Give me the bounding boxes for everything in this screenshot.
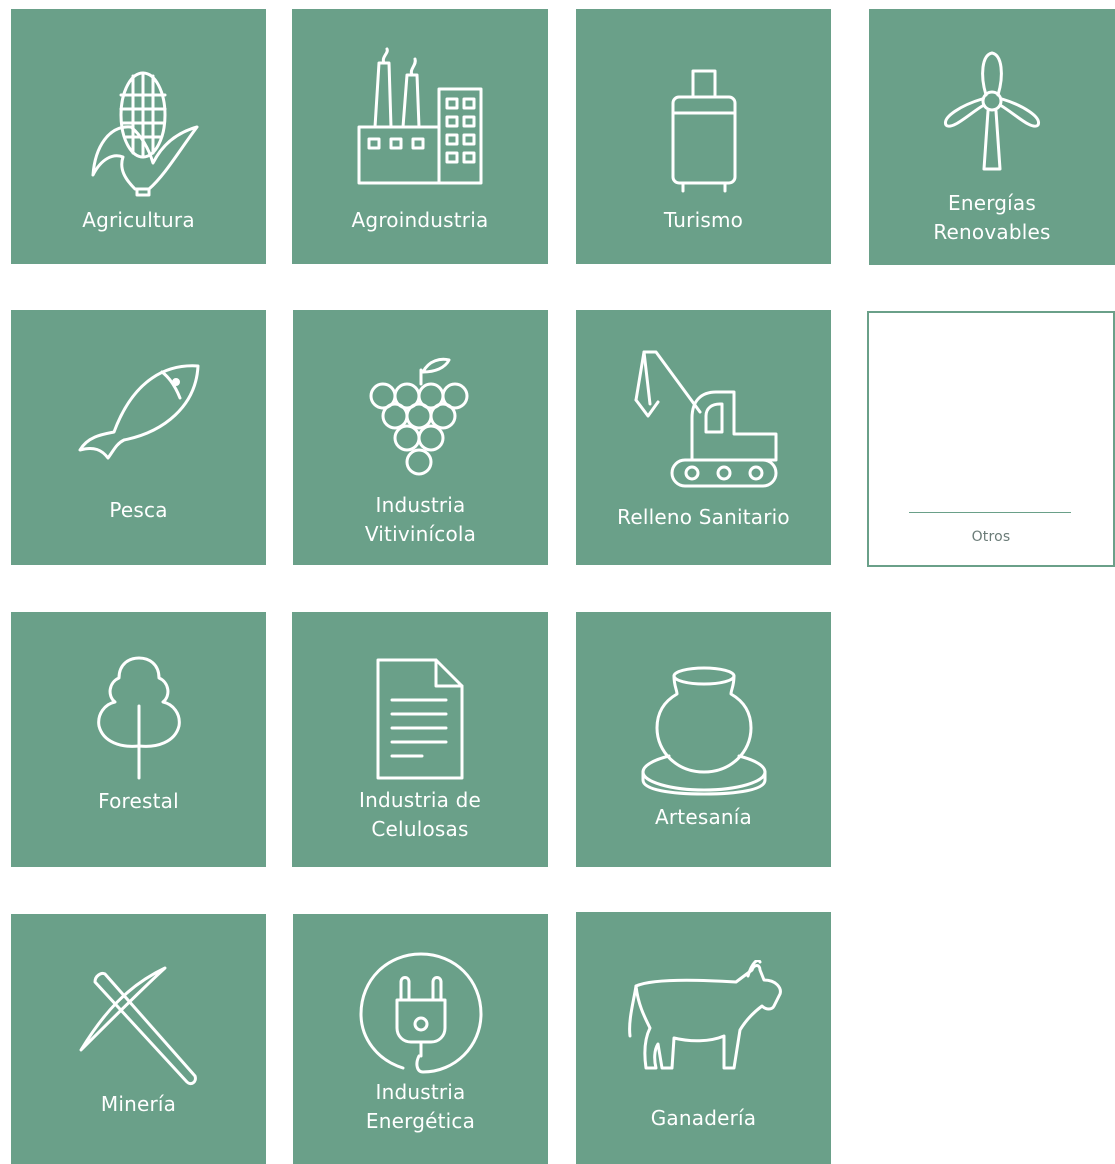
pottery-icon [639,664,769,796]
tile-label: Industria Vitivinícola [364,493,477,546]
tile-artesania[interactable]: Artesanía [576,612,831,867]
tile-agroindustria[interactable]: Agroindustria [292,9,548,264]
wind-turbine-icon [940,49,1044,173]
tile-label: Turismo [663,208,744,232]
suitcase-icon [669,67,739,195]
tile-otros[interactable]: Otros [867,311,1115,567]
corn-icon [79,67,199,197]
tile-agricultura[interactable]: Agricultura [11,9,266,264]
tile-label: Industria de Celulosas [359,788,481,841]
tile-label: Otros [971,529,1011,545]
tile-label: Pesca [109,498,168,522]
tile-label: Minería [100,1092,177,1116]
tile-label: Relleno Sanitario [617,505,790,529]
tile-label: Artesanía [654,805,752,829]
cow-icon [624,960,784,1076]
document-icon [374,658,466,780]
grapes-icon [365,356,477,480]
tile-label: Ganadería [650,1106,757,1130]
divider [909,512,1071,513]
tree-icon [95,656,183,780]
tile-turismo[interactable]: Turismo [576,9,831,264]
tile-industria-energetica[interactable]: Industria Energética [293,914,548,1164]
pickaxe-icon [77,964,201,1088]
tile-label: Energías Renovables [933,191,1051,244]
tile-ganaderia[interactable]: Ganadería [576,912,831,1164]
fish-icon [76,362,202,462]
tile-forestal[interactable]: Forestal [11,612,266,867]
tile-energias-renovables[interactable]: Energías Renovables [869,9,1115,265]
tile-label: Agroindustria [351,208,489,232]
tile-industria-vitivinicola[interactable]: Industria Vitivinícola [293,310,548,565]
factory-icon [355,47,485,187]
plug-icon [359,952,483,1076]
excavator-icon [630,348,778,490]
tile-mineria[interactable]: Minería [11,914,266,1164]
tile-relleno-sanitario[interactable]: Relleno Sanitario [576,310,831,565]
tile-pesca[interactable]: Pesca [11,310,266,565]
tile-label: Agricultura [82,208,195,232]
tile-label: Forestal [98,789,179,813]
tile-label: Industria Energética [365,1080,476,1133]
tile-industria-celulosas[interactable]: Industria de Celulosas [292,612,548,867]
